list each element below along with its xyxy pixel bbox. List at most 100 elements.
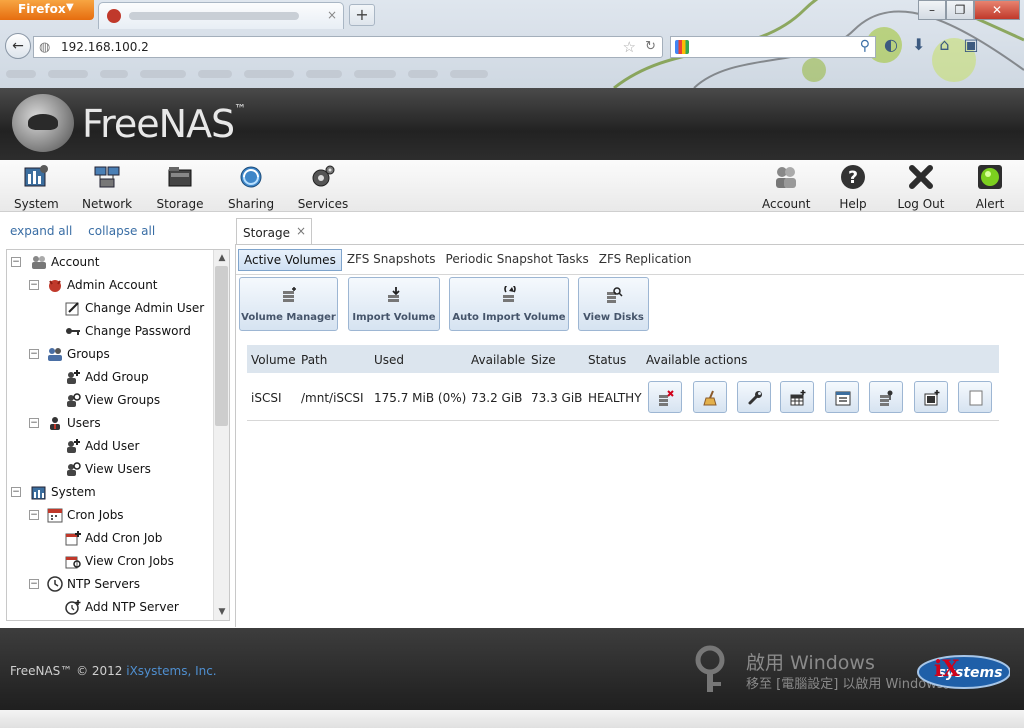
- subtab-zfs-snapshots[interactable]: ZFS Snapshots: [342, 249, 441, 271]
- tree-item-change-admin-user[interactable]: Change Admin User: [65, 298, 215, 318]
- page-footer: FreeNAS™ © 2012 iXsystems, Inc. 啟用 Windo…: [0, 628, 1024, 710]
- bookmark-item[interactable]: [244, 70, 294, 78]
- home-icon[interactable]: ⌂: [939, 35, 949, 54]
- collapse-icon[interactable]: −: [29, 579, 39, 589]
- column-header[interactable]: Status: [588, 353, 626, 367]
- new-tab-button[interactable]: +: [349, 4, 375, 26]
- bookmark-item[interactable]: [140, 70, 186, 78]
- tree-item-account[interactable]: − Account: [11, 252, 211, 272]
- minimize-button[interactable]: –: [918, 0, 946, 20]
- toolbar-help[interactable]: ? Help: [836, 164, 870, 211]
- bookmark-item[interactable]: [450, 70, 488, 78]
- bookmark-item[interactable]: [100, 70, 128, 78]
- view-disks-button[interactable]: View Disks: [578, 277, 649, 331]
- tree-item-cron-jobs[interactable]: − Cron Jobs: [29, 505, 209, 525]
- tree-item-groups[interactable]: − Groups: [29, 344, 209, 364]
- detach-volume-button[interactable]: [648, 381, 682, 413]
- toolbar-system[interactable]: System: [14, 164, 59, 211]
- toolbar-sharing[interactable]: Sharing: [228, 164, 274, 211]
- volume-status-button[interactable]: [869, 381, 903, 413]
- permissions-table-icon: [790, 390, 806, 406]
- edit-volume-button[interactable]: [737, 381, 771, 413]
- tree-item-admin-account[interactable]: − Admin Account: [29, 275, 209, 295]
- tree-item-ntp-servers[interactable]: − NTP Servers: [29, 574, 209, 594]
- button-label: Import Volume: [352, 312, 436, 323]
- column-header[interactable]: Used: [374, 353, 404, 367]
- search-icon[interactable]: ⚲: [860, 38, 870, 54]
- bookmark-item[interactable]: [198, 70, 232, 78]
- tree-item-add-group[interactable]: Add Group: [65, 367, 215, 387]
- tree-item-add-ntp-server[interactable]: Add NTP Server: [65, 597, 215, 617]
- tree-item-change-password[interactable]: Change Password: [65, 321, 215, 341]
- bookmark-item[interactable]: [354, 70, 396, 78]
- reload-icon[interactable]: ↻: [645, 39, 656, 54]
- column-header[interactable]: Path: [301, 353, 327, 367]
- company-link[interactable]: iXsystems, Inc.: [126, 664, 216, 678]
- toolbar-alert[interactable]: Alert: [972, 164, 1008, 211]
- tree-item-label: Add Group: [85, 370, 149, 384]
- bookmark-item[interactable]: [306, 70, 342, 78]
- logout-icon: [909, 165, 933, 189]
- subtab-periodic-snapshot-tasks[interactable]: Periodic Snapshot Tasks: [441, 249, 594, 271]
- scrub-volume-button[interactable]: [693, 381, 727, 413]
- tree-item-system[interactable]: − System: [11, 482, 211, 502]
- toolbar-services[interactable]: Services: [296, 164, 350, 211]
- tab-storage[interactable]: Storage ×: [236, 218, 312, 245]
- help-icon: ?: [841, 165, 865, 189]
- favicon-icon: [107, 9, 121, 23]
- tree-item-view-users[interactable]: View Users: [65, 459, 215, 479]
- tree-item-label: NTP Servers: [67, 577, 140, 591]
- subtab-zfs-replication[interactable]: ZFS Replication: [594, 249, 697, 271]
- bookmark-item[interactable]: [48, 70, 88, 78]
- close-window-button[interactable]: ✕: [974, 0, 1020, 20]
- column-header[interactable]: Available: [471, 353, 525, 367]
- toolbar-storage[interactable]: Storage: [156, 164, 204, 211]
- collapse-all-link[interactable]: collapse all: [88, 224, 155, 238]
- scroll-down-icon[interactable]: ▼: [214, 604, 229, 620]
- toolbar-account[interactable]: Account: [762, 164, 810, 211]
- tree-scrollbar[interactable]: ▲ ▼: [213, 250, 229, 620]
- toolbar-logout[interactable]: Log Out: [896, 164, 946, 211]
- collapse-icon[interactable]: −: [29, 349, 39, 359]
- create-dataset-button[interactable]: [825, 381, 859, 413]
- tree-item-view-cron-jobs[interactable]: View Cron Jobs: [65, 551, 215, 571]
- volume-manager-button[interactable]: Volume Manager: [239, 277, 338, 331]
- bookmark-star-icon[interactable]: ☆: [623, 38, 636, 56]
- tree-item-users[interactable]: − Users: [29, 413, 209, 433]
- search-input[interactable]: ⚲: [670, 36, 876, 58]
- collapse-icon[interactable]: −: [11, 257, 21, 267]
- back-button[interactable]: ←: [5, 33, 31, 59]
- scroll-up-icon[interactable]: ▲: [214, 250, 229, 266]
- extension-icon[interactable]: ▣: [964, 35, 979, 54]
- create-zvol-button[interactable]: [914, 381, 948, 413]
- download-icon[interactable]: ⬇: [912, 35, 925, 54]
- collapse-icon[interactable]: −: [29, 280, 39, 290]
- collapse-icon[interactable]: −: [11, 487, 21, 497]
- calendar-icon: [47, 508, 63, 523]
- address-bar[interactable]: ◍ 192.168.100.2 ☆ ↻: [33, 36, 663, 58]
- collapse-icon[interactable]: −: [29, 510, 39, 520]
- tree-item-add-user[interactable]: Add User: [65, 436, 215, 456]
- window-controls: – ❐ ✕: [918, 0, 1020, 20]
- tree-item-add-cron-job[interactable]: Add Cron Job: [65, 528, 215, 548]
- bookmark-item[interactable]: [6, 70, 36, 78]
- column-header[interactable]: Volume: [251, 353, 296, 367]
- expand-all-link[interactable]: expand all: [10, 224, 72, 238]
- browser-tab[interactable]: ×: [98, 2, 344, 29]
- auto-import-volume-button[interactable]: Auto Import Volume: [449, 277, 569, 331]
- bookmark-item[interactable]: [408, 70, 438, 78]
- close-icon[interactable]: ×: [327, 8, 337, 22]
- tree-item-view-groups[interactable]: View Groups: [65, 390, 215, 410]
- firefox-menu-button[interactable]: Firefox ▼: [0, 0, 94, 20]
- blank-page-button[interactable]: [958, 381, 992, 413]
- change-permissions-button[interactable]: [780, 381, 814, 413]
- import-volume-button[interactable]: Import Volume: [348, 277, 440, 331]
- subtab-active-volumes[interactable]: Active Volumes: [238, 249, 342, 271]
- scrollbar-thumb[interactable]: [215, 266, 228, 426]
- addon-icon[interactable]: ◐: [884, 35, 898, 54]
- toolbar-network[interactable]: Network: [82, 164, 132, 211]
- collapse-icon[interactable]: −: [29, 418, 39, 428]
- close-icon[interactable]: ×: [296, 224, 306, 238]
- maximize-button[interactable]: ❐: [946, 0, 974, 20]
- column-header[interactable]: Size: [531, 353, 556, 367]
